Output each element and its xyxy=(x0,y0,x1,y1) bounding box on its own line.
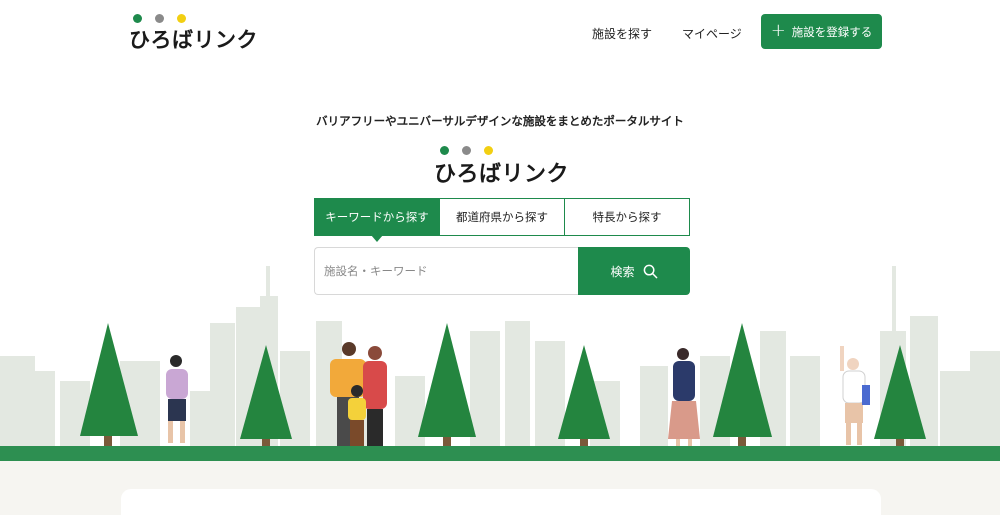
hero-logo-dot-yellow xyxy=(484,146,493,155)
search-tabs: キーワードから探す 都道府県から探す 特長から探す xyxy=(314,198,690,242)
logo-dot-gray xyxy=(155,14,164,23)
nav-mypage[interactable]: マイページ xyxy=(682,25,742,42)
hero-logo-dot-green xyxy=(440,146,449,155)
ground xyxy=(0,446,1000,461)
hero-logo-text: ひろばリンク xyxy=(434,162,570,187)
hero-logo-dot-gray xyxy=(462,146,471,155)
plus-icon: + xyxy=(770,19,786,41)
person-waving xyxy=(840,346,870,445)
tree xyxy=(418,323,476,449)
tab-keyword[interactable]: キーワードから探す xyxy=(314,198,440,242)
content-card xyxy=(121,489,881,515)
hero-tagline: バリアフリーやユニバーサルデザインな施設をまとめたポータルサイト xyxy=(316,114,684,128)
logo-dot-yellow xyxy=(177,14,186,23)
logo-dot-green xyxy=(133,14,142,23)
hero-logo: ひろばリンク xyxy=(434,146,574,187)
person-walking-left xyxy=(166,355,188,443)
register-facility-button[interactable]: + 施設を登録する xyxy=(761,14,882,49)
hero-logo-dots xyxy=(440,146,500,156)
site-header: ひろばリンク 施設を探す マイページ + 施設を登録する xyxy=(0,0,1000,66)
site-logo[interactable]: ひろばリンク xyxy=(129,14,269,52)
hero: バリアフリーやユニバーサルデザインな施設をまとめたポータルサイト ひろばリンク … xyxy=(0,66,1000,461)
tab-features[interactable]: 特長から探す xyxy=(565,198,690,236)
logo-text: ひろばリンク xyxy=(129,28,258,52)
register-facility-label: 施設を登録する xyxy=(791,24,873,39)
logo-dots xyxy=(133,14,193,24)
nav-find-facility[interactable]: 施設を探す xyxy=(592,25,652,42)
person-walking-right xyxy=(668,348,700,447)
tab-prefecture[interactable]: 都道府県から探す xyxy=(440,198,565,236)
hero-illustration xyxy=(0,266,1000,461)
